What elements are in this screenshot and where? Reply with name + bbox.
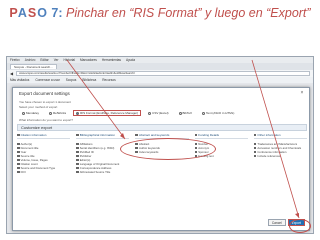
step-word: PASO bbox=[9, 6, 48, 20]
step-word-letter: A bbox=[17, 6, 28, 20]
arrow-to-export bbox=[251, 59, 300, 219]
screenshot-frame: Firefox Archivo Editar Ver Historial Marcador… bbox=[6, 56, 314, 234]
slide-title: PASO 7: Pinchar en “RIS Format” y luego … bbox=[4, 6, 316, 20]
step-number: 7: bbox=[51, 6, 63, 20]
step-word-letter: S bbox=[27, 6, 38, 20]
arrow-to-ris bbox=[66, 59, 126, 140]
step-instruction: Pinchar en “RIS Format” y luego en “Expo… bbox=[66, 6, 311, 20]
step-word-letter: P bbox=[9, 6, 18, 20]
arrow-head-ris bbox=[120, 133, 125, 139]
arrow-head-export bbox=[295, 213, 299, 218]
step-word-letter: O bbox=[37, 6, 48, 20]
annotation-arrows bbox=[66, 59, 300, 219]
